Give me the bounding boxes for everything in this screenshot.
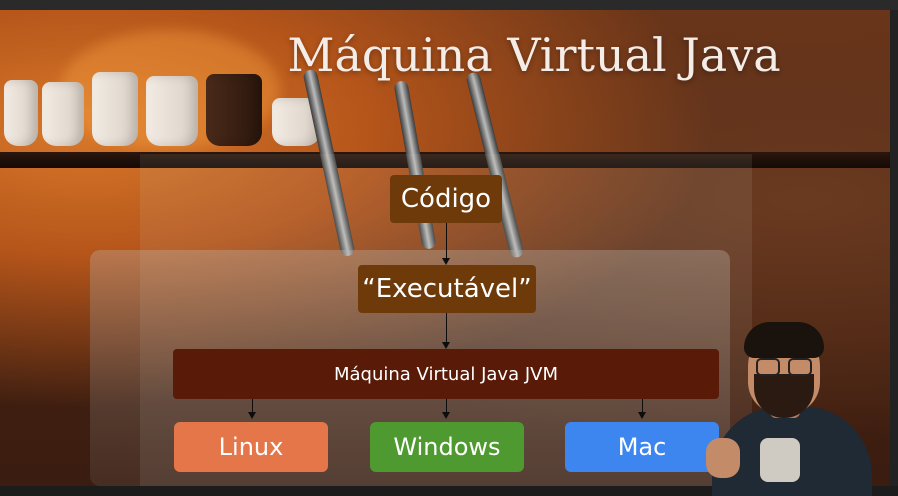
top-bar: [0, 0, 898, 10]
shirt-print: [760, 438, 800, 482]
jvm-bar: Máquina Virtual Java JVM: [173, 349, 719, 399]
cup: [92, 72, 138, 146]
glasses-icon: [756, 358, 780, 376]
presenter-webcam: [700, 318, 875, 496]
connector-line: [446, 313, 447, 343]
cup: [206, 74, 262, 146]
arrow-down-icon: [638, 412, 646, 419]
mac-box: Mac: [565, 422, 719, 472]
presenter-hair: [744, 322, 824, 358]
glasses-icon: [788, 358, 812, 376]
arrow-down-icon: [442, 412, 450, 419]
connector-line: [252, 399, 253, 413]
linux-box: Linux: [174, 422, 328, 472]
slide-title: Máquina Virtual Java: [287, 28, 781, 82]
arrow-down-icon: [248, 412, 256, 419]
windows-box: Windows: [370, 422, 524, 472]
connector-line: [446, 399, 447, 413]
cup: [42, 82, 84, 146]
arrow-down-icon: [442, 342, 450, 349]
source-code-box: Código: [390, 175, 502, 223]
cup: [4, 80, 38, 146]
connector-line: [642, 399, 643, 413]
executable-box: “Executável”: [358, 265, 536, 313]
arrow-down-icon: [442, 258, 450, 265]
connector-line: [446, 223, 447, 259]
presenter-hand: [706, 438, 740, 478]
cup: [146, 76, 198, 146]
